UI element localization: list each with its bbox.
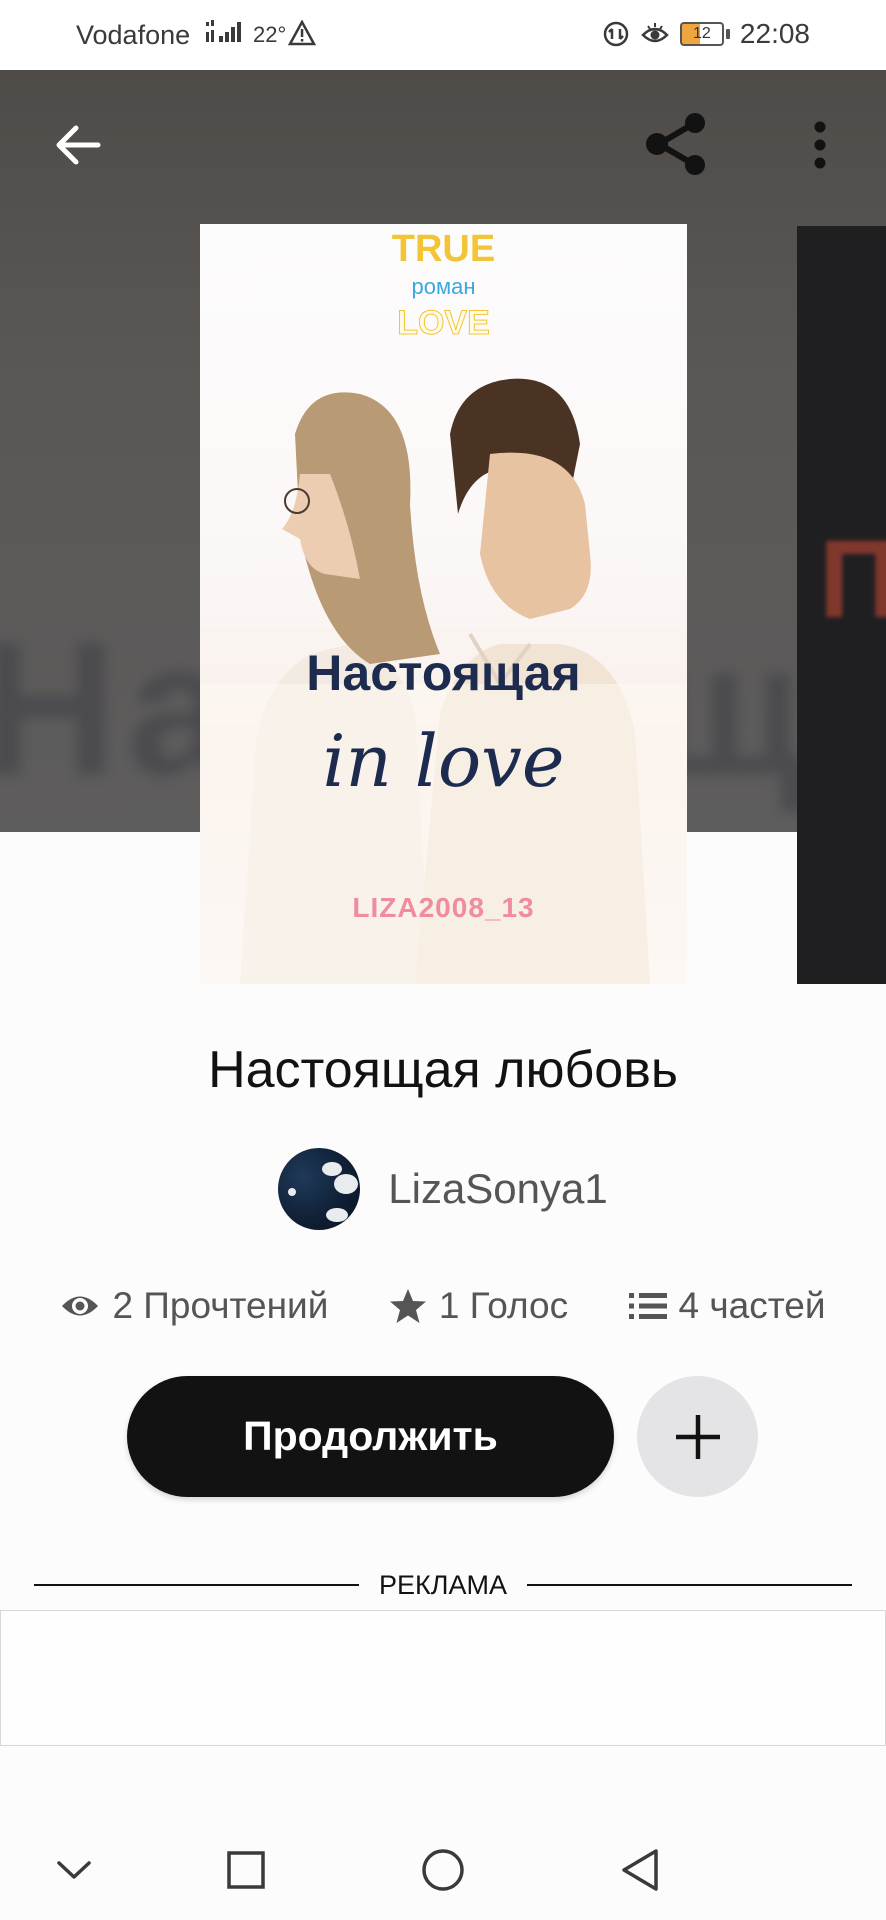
continue-reading-button[interactable]: Продолжить xyxy=(127,1376,614,1497)
avatar[interactable] xyxy=(278,1148,361,1230)
votes-stat: 1 Голос xyxy=(389,1285,568,1327)
book-title: Настоящая любовь xyxy=(208,1041,678,1099)
reads-stat: 2 Прочтений xyxy=(60,1285,328,1327)
battery-icon: 12 xyxy=(679,22,730,46)
author-name[interactable]: LizaSonya1 xyxy=(388,1165,608,1213)
author-link[interactable]: LizaSonya1 xyxy=(0,1148,886,1230)
cover-author: LIZA2008_13 xyxy=(352,892,535,923)
chevron-down-icon xyxy=(57,1861,91,1879)
eye-comfort-icon xyxy=(641,23,669,43)
top-toolbar xyxy=(0,70,886,220)
plus-icon xyxy=(675,1414,720,1459)
recent-apps-button[interactable] xyxy=(196,1820,296,1920)
cover-top-word: TRUE xyxy=(391,228,496,270)
signal-icon xyxy=(206,20,241,42)
cover-title: Настоящая xyxy=(306,645,581,701)
warning-icon xyxy=(288,20,316,46)
eye-icon xyxy=(62,1296,99,1316)
home-button[interactable] xyxy=(393,1820,493,1920)
back-button[interactable] xyxy=(38,110,118,180)
ad-divider: РЕКЛАМА xyxy=(34,1568,853,1602)
votes-count: 1 Голос xyxy=(438,1285,569,1326)
system-nav-bar xyxy=(0,1820,886,1920)
circle-icon xyxy=(422,1849,464,1891)
clock: 22:08 xyxy=(739,18,810,49)
status-bar: Vodafone 22° 12 22:08 xyxy=(0,0,886,70)
carrier-name: Vodafone xyxy=(76,20,191,50)
book-stats: 2 Прочтений 1 Голос 4 частей xyxy=(0,1285,886,1327)
star-icon xyxy=(389,1289,426,1323)
triangle-back-icon xyxy=(622,1849,658,1891)
share-icon xyxy=(646,113,705,175)
cover-genre: роман xyxy=(411,274,476,299)
hide-nav-button[interactable] xyxy=(24,1820,124,1920)
more-vertical-icon xyxy=(814,121,826,169)
book-cover[interactable]: TRUE роман LOVE Настоящая in love LIZA20… xyxy=(200,224,687,984)
parts-stat: 4 частей xyxy=(628,1285,826,1327)
ad-label: РЕКЛАМА xyxy=(379,1569,507,1600)
next-book-cover[interactable]: П xyxy=(797,226,886,984)
square-icon xyxy=(227,1851,265,1889)
list-icon xyxy=(628,1293,667,1319)
arrow-left-icon xyxy=(56,125,101,165)
data-saver-icon xyxy=(603,21,629,47)
share-button[interactable] xyxy=(636,108,716,180)
temperature: 22° xyxy=(253,22,287,47)
cover-script-title: in love xyxy=(322,719,565,803)
add-to-library-button[interactable] xyxy=(637,1376,758,1497)
battery-level: 12 xyxy=(693,25,711,42)
ad-banner[interactable] xyxy=(0,1610,886,1746)
more-options-button[interactable] xyxy=(790,110,850,180)
parts-count: 4 частей xyxy=(678,1285,826,1326)
cover-bottom-word: LOVE xyxy=(397,304,491,343)
reads-count: 2 Прочтений xyxy=(112,1285,329,1326)
back-nav-button[interactable] xyxy=(590,1820,690,1920)
